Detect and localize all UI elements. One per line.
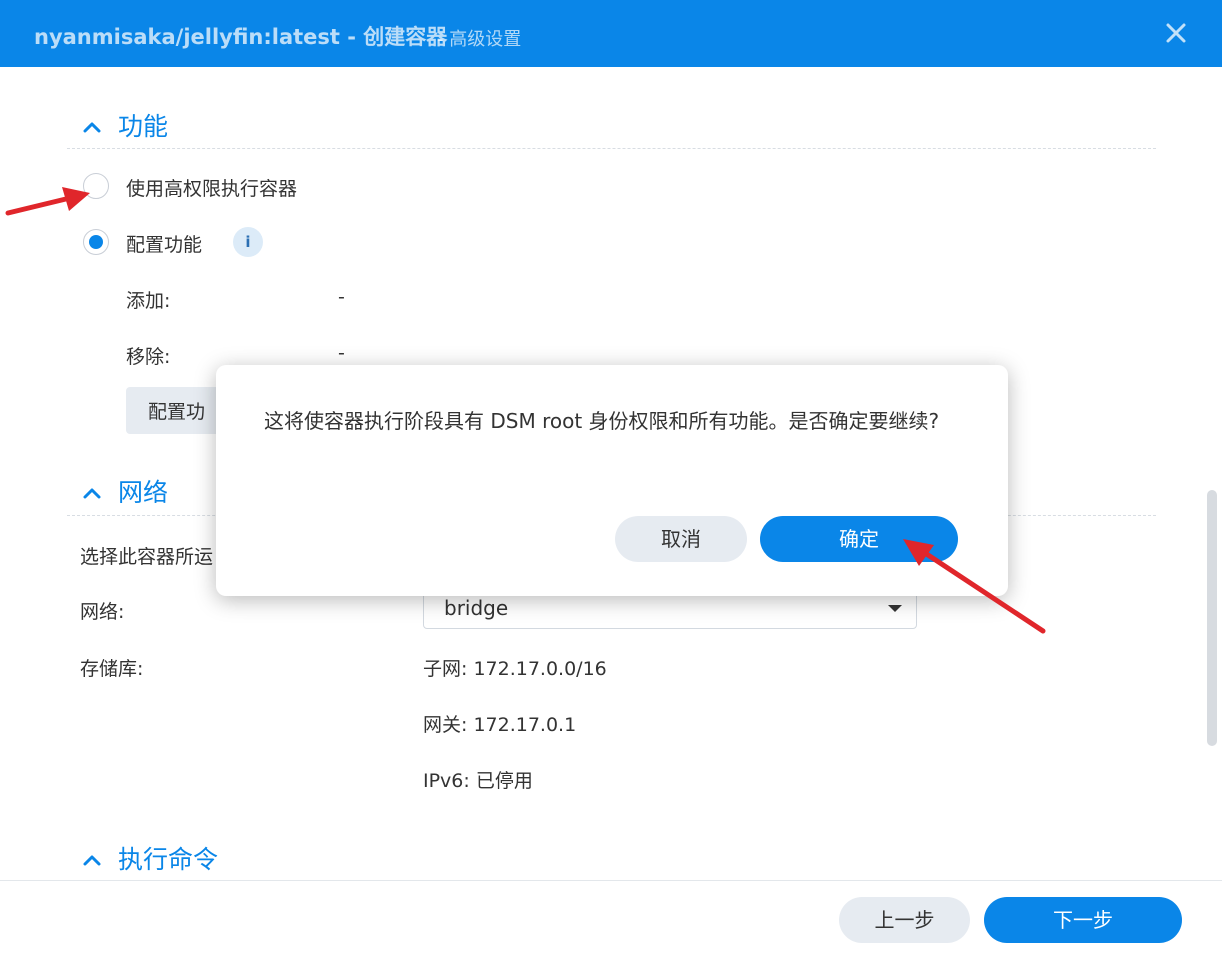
section-header-network[interactable]: 网络 [80,473,168,509]
scrollbar[interactable] [1207,490,1217,746]
section-title-capabilities: 功能 [118,112,169,141]
confirm-button[interactable]: 确定 [760,516,958,562]
chevron-up-icon [83,122,101,133]
radio-configure-capabilities[interactable] [83,229,109,255]
chevron-up-icon [83,855,101,866]
info-icon[interactable]: i [233,227,263,257]
footer-bar: 上一步 下一步 [0,880,1222,959]
section-header-command[interactable]: 执行命令 [80,840,218,876]
confirm-dialog-message: 这将使容器执行阶段具有 DSM root 身份权限和所有功能。是否确定要继续? [264,409,940,433]
ipv6-value: IPv6: 已停用 [423,770,533,792]
section-title-network: 网络 [118,478,169,507]
network-description: 选择此容器所运 [80,546,214,568]
chevron-up-icon [83,488,101,499]
remove-capabilities-label: 移除: [126,346,171,368]
add-capabilities-value: - [338,286,345,308]
next-step-button[interactable]: 下一步 [984,897,1182,943]
radio-privileged[interactable] [83,173,109,199]
radio-privileged-label[interactable]: 使用高权限执行容器 [126,174,297,201]
window-title: nyanmisaka/jellyfin:latest - 创建容器 [34,25,448,49]
close-icon[interactable] [1164,21,1188,45]
add-capabilities-label: 添加: [126,290,171,312]
network-select-value: bridge [444,596,509,620]
window-subtitle: - 高级设置 [437,29,522,50]
section-title-command: 执行命令 [118,845,219,874]
section-header-capabilities[interactable]: 功能 [80,107,168,143]
storage-label: 存储库: [80,658,144,680]
previous-step-button[interactable]: 上一步 [839,897,970,943]
confirm-dialog: 这将使容器执行阶段具有 DSM root 身份权限和所有功能。是否确定要继续? … [216,365,1008,596]
radio-configure-label[interactable]: 配置功能 [126,230,202,257]
title-bar: nyanmisaka/jellyfin:latest - 创建容器 - 高级设置 [0,0,1222,67]
network-label: 网络: [80,601,125,623]
caret-down-icon [888,605,902,612]
configure-capabilities-button[interactable]: 配置功 [126,387,228,434]
subnet-value: 子网: 172.17.0.0/16 [423,658,607,680]
section-divider [67,148,1156,149]
gateway-value: 网关: 172.17.0.1 [423,714,577,736]
remove-capabilities-value: - [338,342,345,364]
cancel-button[interactable]: 取消 [615,516,747,562]
